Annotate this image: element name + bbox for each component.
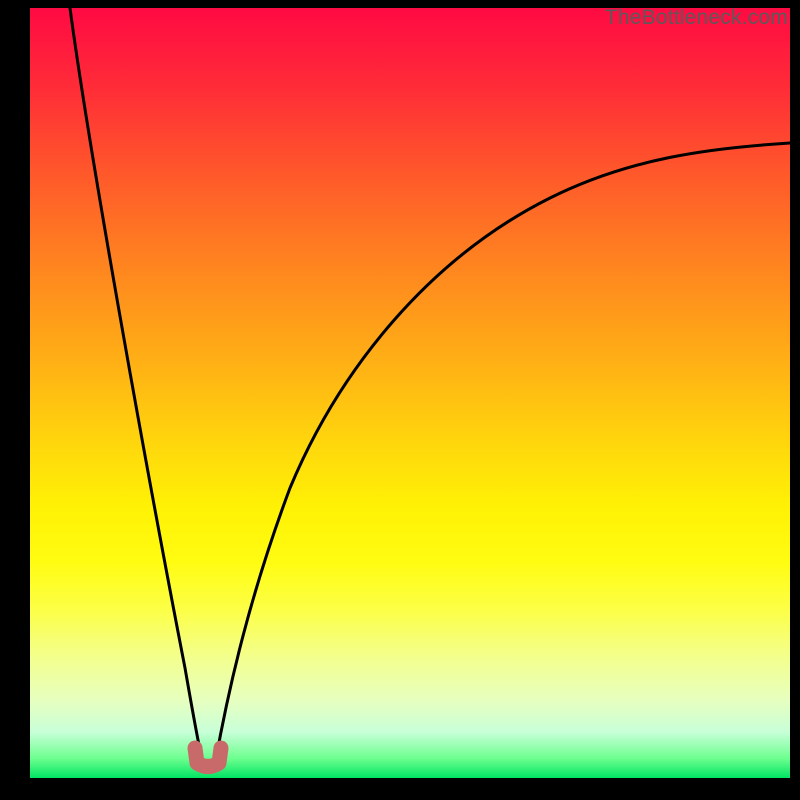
gradient-plot-area (30, 8, 790, 778)
optimum-marker (195, 748, 221, 767)
right-curve (215, 143, 790, 764)
left-curve (70, 8, 203, 764)
watermark-text: TheBottleneck.com (605, 6, 788, 30)
curve-svg (30, 8, 790, 778)
